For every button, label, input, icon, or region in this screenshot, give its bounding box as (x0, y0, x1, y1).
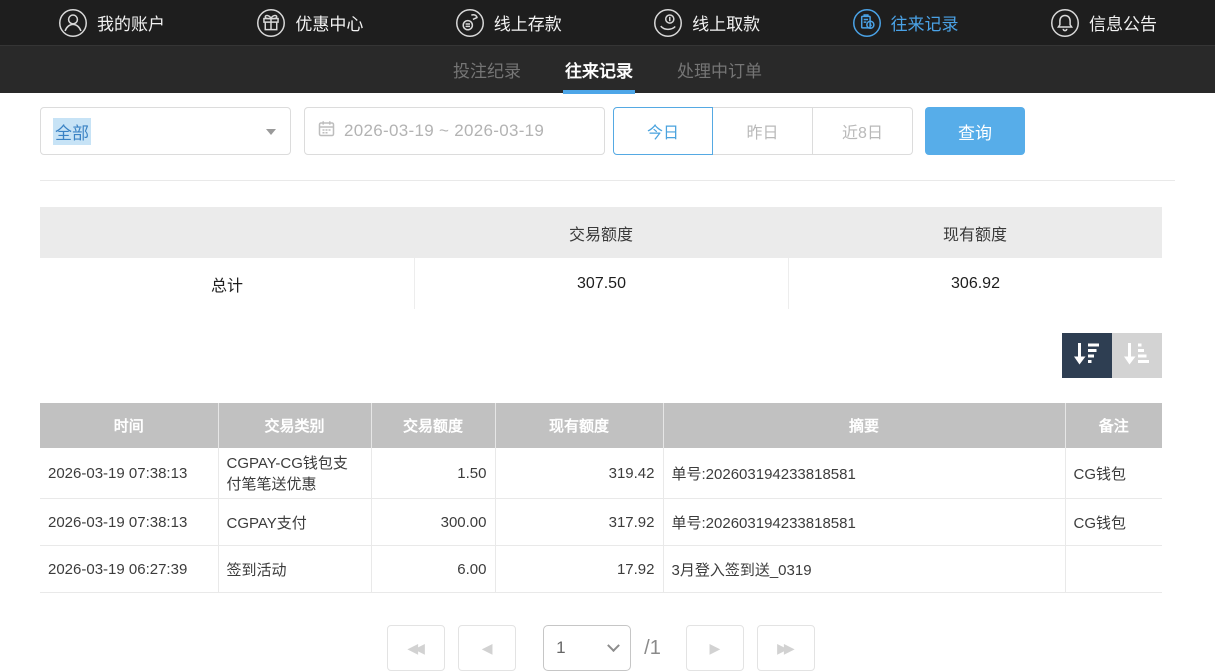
cell-summary: 3月登入签到送_0319 (663, 546, 1065, 593)
col-header-type: 交易类别 (218, 403, 371, 448)
cell-type: 签到活动 (218, 546, 371, 593)
sort-ascending-button[interactable] (1112, 333, 1162, 378)
cell-summary: 单号:202603194233818581 (663, 448, 1065, 499)
previous-page-button[interactable]: ◀ (458, 625, 516, 671)
right-arrow-icon: ▶ (709, 640, 720, 657)
nav-item-label: 线上取款 (692, 10, 760, 35)
cell-transaction: 6.00 (371, 546, 495, 593)
summary-total-label: 总计 (40, 258, 414, 309)
left-arrow-icon: ◀ (482, 640, 493, 657)
table-row: 2026-03-19 07:38:13 CGPAY-CG钱包支付笔笔送优惠 1.… (40, 448, 1162, 499)
page-total: /1 (644, 637, 661, 660)
withdraw-icon (653, 8, 683, 38)
cell-transaction: 300.00 (371, 499, 495, 546)
col-header-summary: 摘要 (663, 403, 1065, 448)
last-page-button[interactable]: ▶▶ (757, 625, 815, 671)
main-content: 全部 2026-03-19 ~ 2026-03-19 今日 昨日 近8日 查询 … (40, 107, 1162, 671)
records-header-row: 时间 交易类别 交易额度 现有额度 摘要 备注 (40, 403, 1162, 448)
next-page-button[interactable]: ▶ (686, 625, 744, 671)
tab-processing-orders[interactable]: 处理中订单 (655, 46, 784, 93)
sub-navigation: 投注纪录 往来记录 处理中订单 (0, 45, 1215, 93)
bell-icon (1050, 8, 1080, 38)
search-button[interactable]: 查询 (925, 107, 1025, 155)
nav-item-label: 往来记录 (891, 10, 959, 35)
double-left-arrow-icon: ◀◀ (407, 640, 421, 657)
nav-item-promotions[interactable]: 优惠中心 (256, 8, 363, 38)
page-select-value: 1 (556, 638, 565, 658)
col-header-transaction: 交易额度 (371, 403, 495, 448)
nav-item-announcements[interactable]: 信息公告 (1050, 8, 1157, 38)
records-icon (852, 8, 882, 38)
top-navigation: 我的账户 优惠中心 线上存款 线上取款 (0, 0, 1215, 45)
summary-header-empty (40, 207, 414, 258)
summary-total-row: 总计 307.50 306.92 (40, 258, 1162, 309)
calendar-icon (318, 120, 335, 142)
pagination: ◀◀ ◀ 1 /1 ▶ ▶▶ (40, 625, 1162, 671)
cell-summary: 单号:202603194233818581 (663, 499, 1065, 546)
summary-total-transaction: 307.50 (414, 258, 788, 309)
today-button[interactable]: 今日 (613, 107, 713, 155)
user-icon (58, 8, 88, 38)
type-select-value: 全部 (53, 118, 91, 145)
sort-controls (40, 333, 1162, 378)
cell-balance: 17.92 (495, 546, 663, 593)
table-row: 2026-03-19 07:38:13 CGPAY支付 300.00 317.9… (40, 499, 1162, 546)
chevron-down-icon (607, 639, 620, 652)
tab-betting-records[interactable]: 投注纪录 (431, 46, 543, 93)
date-range-value: 2026-03-19 ~ 2026-03-19 (344, 121, 544, 141)
cell-time: 2026-03-19 07:38:13 (40, 448, 218, 499)
summary-table: 交易额度 现有额度 总计 307.50 306.92 (40, 207, 1162, 309)
cell-remark: CG钱包 (1065, 499, 1162, 546)
nav-item-label: 优惠中心 (295, 10, 363, 35)
double-right-arrow-icon: ▶▶ (777, 640, 791, 657)
sort-descending-icon (1073, 340, 1101, 371)
first-page-button[interactable]: ◀◀ (387, 625, 445, 671)
last-8-days-button[interactable]: 近8日 (813, 107, 913, 155)
summary-header-transaction: 交易额度 (414, 207, 788, 258)
nav-item-transaction-records[interactable]: 往来记录 (852, 8, 959, 38)
cell-type: CGPAY支付 (218, 499, 371, 546)
filter-row: 全部 2026-03-19 ~ 2026-03-19 今日 昨日 近8日 查询 (40, 107, 1162, 155)
yesterday-button[interactable]: 昨日 (713, 107, 813, 155)
tab-transaction-records[interactable]: 往来记录 (543, 46, 655, 93)
date-range-input[interactable]: 2026-03-19 ~ 2026-03-19 (304, 107, 605, 155)
nav-item-label: 信息公告 (1089, 10, 1157, 35)
col-header-balance: 现有额度 (495, 403, 663, 448)
table-row: 2026-03-19 06:27:39 签到活动 6.00 17.92 3月登入… (40, 546, 1162, 593)
col-header-remark: 备注 (1065, 403, 1162, 448)
records-table: 时间 交易类别 交易额度 现有额度 摘要 备注 2026-03-19 07:38… (40, 403, 1162, 593)
cell-transaction: 1.50 (371, 448, 495, 499)
col-header-time: 时间 (40, 403, 218, 448)
divider (40, 180, 1175, 181)
summary-header-row: 交易额度 现有额度 (40, 207, 1162, 258)
cell-balance: 317.92 (495, 499, 663, 546)
nav-item-label: 线上存款 (494, 10, 562, 35)
deposit-icon (455, 8, 485, 38)
nav-item-withdraw[interactable]: 线上取款 (653, 8, 760, 38)
nav-item-my-account[interactable]: 我的账户 (58, 8, 165, 38)
sort-ascending-icon (1123, 340, 1151, 371)
cell-time: 2026-03-19 06:27:39 (40, 546, 218, 593)
summary-header-balance: 现有额度 (788, 207, 1162, 258)
cell-balance: 319.42 (495, 448, 663, 499)
nav-item-label: 我的账户 (97, 10, 165, 35)
cell-remark: CG钱包 (1065, 448, 1162, 499)
quick-date-group: 今日 昨日 近8日 (613, 107, 913, 155)
dropdown-arrow-icon (266, 129, 276, 135)
cell-time: 2026-03-19 07:38:13 (40, 499, 218, 546)
page-select[interactable]: 1 (543, 625, 631, 671)
gift-icon (256, 8, 286, 38)
cell-type: CGPAY-CG钱包支付笔笔送优惠 (218, 448, 371, 499)
summary-total-balance: 306.92 (788, 258, 1162, 309)
type-select[interactable]: 全部 (40, 107, 291, 155)
cell-remark (1065, 546, 1162, 593)
sort-descending-button[interactable] (1062, 333, 1112, 378)
nav-item-deposit[interactable]: 线上存款 (455, 8, 562, 38)
